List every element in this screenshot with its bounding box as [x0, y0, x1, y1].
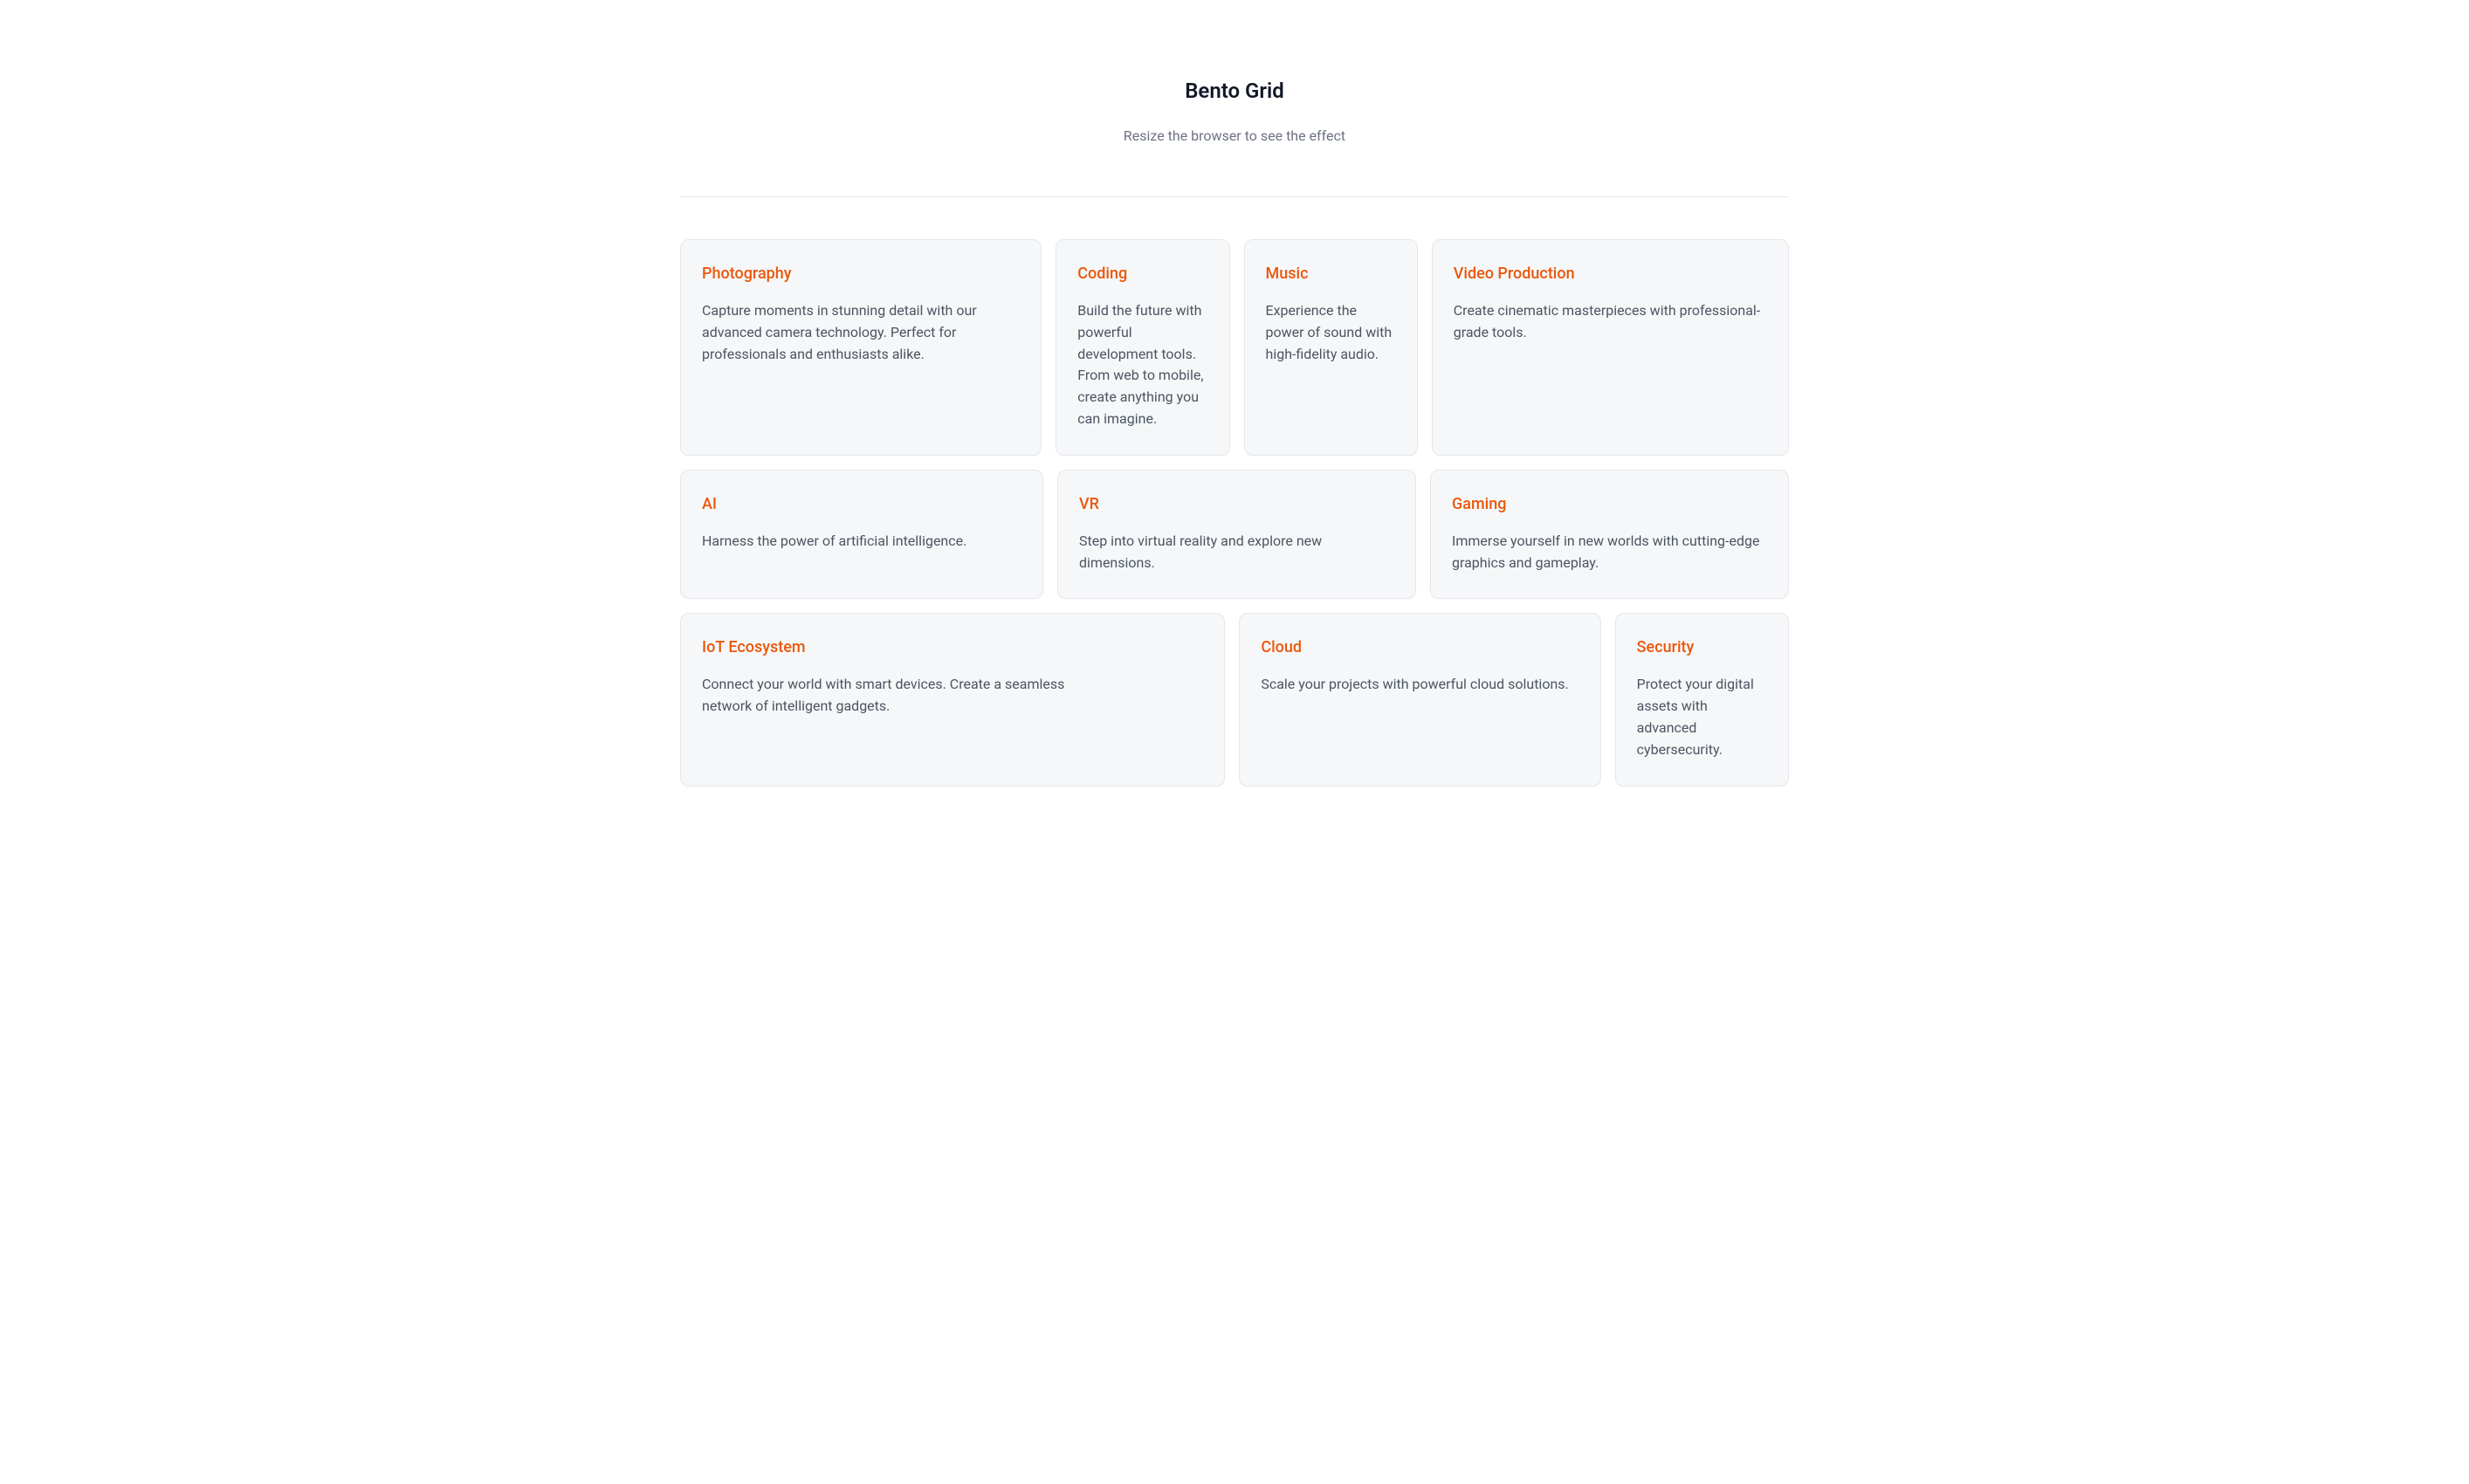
card-description: Protect your digital assets with advance…	[1637, 674, 1767, 760]
card-security[interactable]: Security Protect your digital assets wit…	[1615, 613, 1789, 786]
card-title: Coding	[1077, 265, 1207, 283]
card-description: Experience the power of sound with high-…	[1266, 300, 1396, 365]
card-title: Video Production	[1454, 265, 1767, 283]
card-description: Build the future with powerful developme…	[1077, 300, 1207, 430]
card-photography[interactable]: Photography Capture moments in stunning …	[680, 239, 1042, 456]
page-title: Bento Grid	[680, 79, 1789, 103]
card-title: Gaming	[1452, 495, 1767, 513]
card-title: VR	[1079, 495, 1394, 513]
page-subtitle: Resize the browser to see the effect	[680, 127, 1789, 144]
card-title: Music	[1266, 265, 1396, 283]
card-title: Cloud	[1261, 638, 1578, 656]
card-vr[interactable]: VR Step into virtual reality and explore…	[1057, 470, 1416, 600]
card-title: AI	[702, 495, 1021, 513]
page-container: Bento Grid Resize the browser to see the…	[680, 0, 1789, 821]
card-title: Security	[1637, 638, 1767, 656]
card-title: Photography	[702, 265, 1020, 283]
card-description: Create cinematic masterpieces with profe…	[1454, 300, 1767, 344]
card-description: Immerse yourself in new worlds with cutt…	[1452, 531, 1767, 574]
card-description: Capture moments in stunning detail with …	[702, 300, 1020, 365]
bento-grid: Photography Capture moments in stunning …	[680, 239, 1789, 787]
card-title: IoT Ecosystem	[702, 638, 1203, 656]
card-cloud[interactable]: Cloud Scale your projects with powerful …	[1239, 613, 1600, 786]
card-gaming[interactable]: Gaming Immerse yourself in new worlds wi…	[1430, 470, 1789, 600]
card-description: Connect your world with smart devices. C…	[702, 674, 1095, 718]
card-coding[interactable]: Coding Build the future with powerful de…	[1056, 239, 1229, 456]
card-ai[interactable]: AI Harness the power of artificial intel…	[680, 470, 1043, 600]
card-music[interactable]: Music Experience the power of sound with…	[1244, 239, 1418, 456]
card-description: Scale your projects with powerful cloud …	[1261, 674, 1578, 696]
card-description: Harness the power of artificial intellig…	[702, 531, 1021, 553]
card-iot-ecosystem[interactable]: IoT Ecosystem Connect your world with sm…	[680, 613, 1225, 786]
page-header: Bento Grid Resize the browser to see the…	[680, 79, 1789, 197]
card-description: Step into virtual reality and explore ne…	[1079, 531, 1394, 574]
card-video-production[interactable]: Video Production Create cinematic master…	[1432, 239, 1789, 456]
